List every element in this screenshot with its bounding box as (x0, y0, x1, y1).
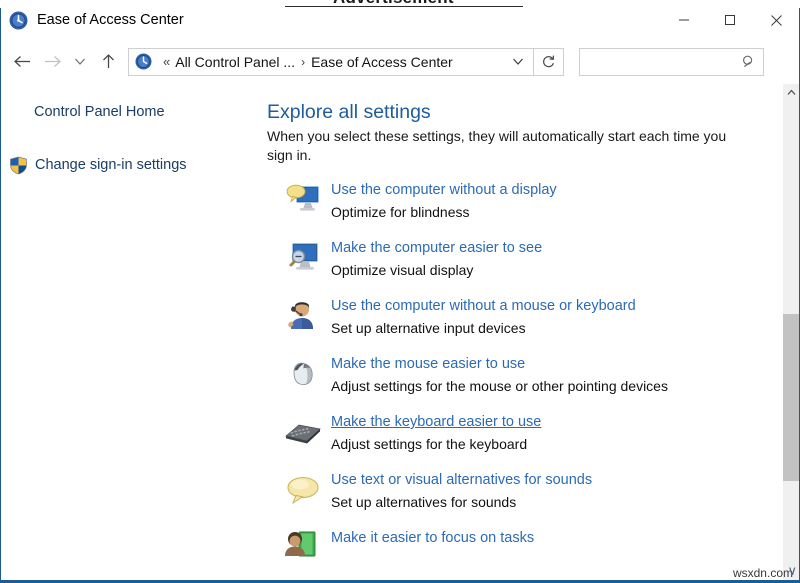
up-button[interactable] (93, 46, 123, 78)
main-panel: Explore all settings When you select the… (266, 84, 799, 582)
setting-text: Make it easier to focus on tasks (331, 527, 534, 551)
task-pane: Control Panel Home Change sign-in settin… (1, 84, 266, 582)
forward-button[interactable] (37, 46, 67, 78)
setting-text: Use text or visual alternatives for soun… (331, 469, 592, 512)
speech-bubble-icon (283, 470, 323, 510)
page-title: Explore all settings (267, 100, 799, 124)
mouse-icon (283, 354, 323, 394)
setting-description: Set up alternative input devices (331, 319, 636, 338)
window-title: Ease of Access Center (37, 12, 184, 28)
scroll-up-button[interactable] (783, 84, 799, 101)
setting-link[interactable]: Make the keyboard easier to use (331, 413, 541, 432)
settings-list: Use the computer without a display Optim… (267, 179, 799, 568)
uac-shield-icon (9, 156, 28, 175)
recent-locations-button[interactable] (67, 46, 93, 78)
breadcrumb: « All Control Panel ... › Ease of Access… (158, 54, 507, 70)
setting-text: Use the computer without a display Optim… (331, 179, 557, 222)
setting-text: Make the keyboard easier to use Adjust s… (331, 411, 541, 454)
setting-text: Make the computer easier to see Optimize… (331, 237, 542, 280)
person-book-icon (283, 528, 323, 568)
watermark: wsxdn.com (733, 566, 793, 580)
refresh-button[interactable] (534, 48, 564, 76)
address-dropdown-chevron-down-icon[interactable] (507, 57, 529, 66)
setting-item-make-computer-easier-to-see[interactable]: Make the computer easier to see Optimize… (267, 237, 799, 280)
address-bar[interactable]: « All Control Panel ... › Ease of Access… (128, 48, 534, 76)
person-headset-icon (283, 296, 323, 336)
setting-link[interactable]: Make the mouse easier to use (331, 355, 525, 374)
page-intro: When you select these settings, they wil… (267, 127, 749, 165)
title-bar-left: Ease of Access Center (1, 11, 184, 30)
breadcrumb-overflow[interactable]: « (158, 54, 175, 69)
monitor-speech-icon (283, 180, 323, 220)
scrollbar-track[interactable] (783, 101, 799, 565)
setting-item-use-text-or-visual-alternatives-for-sounds[interactable]: Use text or visual alternatives for soun… (267, 469, 799, 512)
setting-text: Use the computer without a mouse or keyb… (331, 295, 636, 338)
setting-description: Adjust settings for the keyboard (331, 435, 541, 454)
address-bar-ease-of-access-icon (135, 53, 152, 70)
breadcrumb-item-ease-of-access-center[interactable]: Ease of Access Center (311, 54, 453, 70)
setting-description: Optimize for blindness (331, 203, 557, 222)
back-button[interactable] (7, 46, 37, 78)
setting-item-use-computer-without-mouse-or-keyboard[interactable]: Use the computer without a mouse or keyb… (267, 295, 799, 338)
navigation-bar: « All Control Panel ... › Ease of Access… (1, 39, 799, 84)
breadcrumb-item-all-control-panel[interactable]: All Control Panel ... (175, 54, 295, 70)
advertisement-rule (285, 6, 523, 7)
sidebar-item-control-panel-home[interactable]: Control Panel Home (1, 102, 266, 122)
vertical-scrollbar[interactable] (782, 84, 799, 582)
monitor-magnifier-icon (283, 238, 323, 278)
search-input[interactable] (588, 54, 741, 69)
setting-description: Optimize visual display (331, 261, 542, 280)
setting-link[interactable]: Make it easier to focus on tasks (331, 529, 534, 548)
search-icon[interactable] (741, 54, 757, 70)
setting-item-use-computer-without-display[interactable]: Use the computer without a display Optim… (267, 179, 799, 222)
setting-item-make-it-easier-to-focus-on-tasks[interactable]: Make it easier to focus on tasks (267, 527, 799, 568)
sidebar-item-label: Change sign-in settings (35, 155, 187, 175)
setting-link[interactable]: Make the computer easier to see (331, 239, 542, 258)
setting-item-make-mouse-easier-to-use[interactable]: Make the mouse easier to use Adjust sett… (267, 353, 799, 396)
setting-text: Make the mouse easier to use Adjust sett… (331, 353, 668, 396)
setting-link[interactable]: Use text or visual alternatives for soun… (331, 471, 592, 490)
setting-description: Set up alternatives for sounds (331, 493, 592, 512)
setting-link[interactable]: Use the computer without a mouse or keyb… (331, 297, 636, 316)
scrollbar-thumb[interactable] (783, 314, 799, 481)
watermark-mark: ∨ (787, 563, 797, 579)
setting-description: Adjust settings for the mouse or other p… (331, 377, 668, 396)
keyboard-icon (283, 412, 323, 452)
setting-link[interactable]: Use the computer without a display (331, 181, 557, 200)
breadcrumb-separator[interactable]: › (295, 55, 311, 69)
ease-of-access-icon (9, 11, 28, 30)
setting-item-make-keyboard-easier-to-use[interactable]: Make the keyboard easier to use Adjust s… (267, 411, 799, 454)
search-box[interactable] (579, 48, 764, 76)
control-panel-window: Ease of Access Center (0, 0, 800, 583)
sidebar-item-change-sign-in-settings[interactable]: Change sign-in settings (1, 155, 266, 175)
advertisement-banner: Advertisement (0, 0, 800, 8)
content-area: Control Panel Home Change sign-in settin… (1, 84, 799, 582)
